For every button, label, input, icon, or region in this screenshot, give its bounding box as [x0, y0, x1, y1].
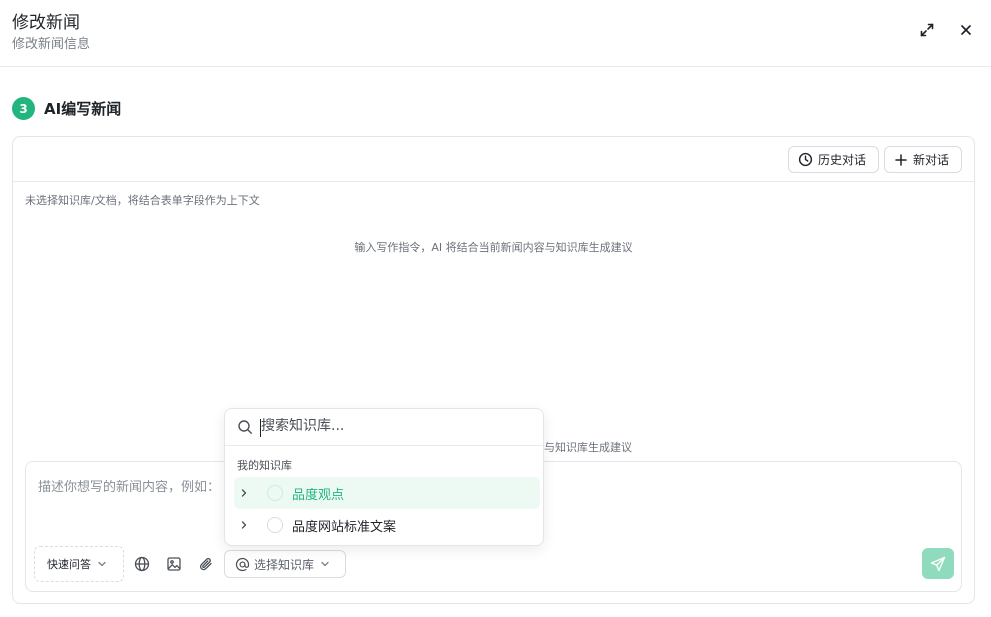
chevron-right-icon[interactable] — [236, 520, 252, 530]
kb-search-bar — [225, 409, 543, 446]
step-title: AI编写新闻 — [44, 100, 122, 118]
history-button-label: 历史对话 — [818, 153, 867, 167]
send-button[interactable] — [922, 548, 954, 579]
history-button[interactable]: 历史对话 — [788, 146, 879, 173]
empty-hint-partial: 与知识库生成建议 — [544, 441, 632, 454]
clock-icon — [798, 152, 813, 167]
kb-item-radio[interactable] — [267, 485, 283, 501]
text-caret — [260, 419, 261, 437]
plus-icon — [895, 153, 907, 166]
kb-dropdown: 我的知识库 品度观点 品度网站标准文案 — [224, 408, 544, 546]
dialog-title: 修改新闻 — [12, 13, 80, 33]
kb-item-pindu-site-copy[interactable]: 品度网站标准文案 — [234, 509, 540, 541]
kb-item-label: 品度网站标准文案 — [292, 519, 397, 535]
step-number-badge: 3 — [12, 97, 35, 120]
expand-icon[interactable] — [916, 19, 938, 41]
globe-icon[interactable] — [133, 555, 151, 573]
quick-qa-label: 快速问答 — [47, 558, 91, 571]
dialog-subtitle: 修改新闻信息 — [12, 37, 91, 52]
dialog-header: 修改新闻 修改新闻信息 — [0, 0, 991, 67]
send-icon — [930, 556, 946, 571]
chevron-right-icon[interactable] — [236, 488, 252, 498]
chevron-down-icon — [321, 561, 329, 567]
search-icon — [238, 420, 252, 434]
kb-item-label: 品度观点 — [292, 487, 345, 503]
kb-item-radio[interactable] — [267, 517, 283, 533]
kb-search-input[interactable] — [261, 418, 531, 434]
panel-toolbar: 历史对话 新对话 — [13, 137, 974, 182]
kb-select-label: 选择知识库 — [254, 557, 315, 572]
at-icon — [235, 557, 250, 571]
kb-item-pindu-views[interactable]: 品度观点 — [234, 477, 540, 509]
quick-qa-dropdown[interactable]: 快速问答 — [34, 546, 124, 582]
close-icon[interactable] — [955, 19, 977, 41]
kb-group-label: 我的知识库 — [237, 459, 292, 472]
empty-hint: 输入写作指令，AI 将结合当前新闻内容与知识库生成建议 — [354, 241, 633, 254]
paperclip-icon[interactable] — [197, 555, 215, 573]
chevron-down-icon — [98, 561, 106, 567]
context-note: 未选择知识库/文档，将结合表单字段作为上下文 — [25, 194, 260, 207]
new-chat-button-label: 新对话 — [913, 153, 950, 167]
new-chat-button[interactable]: 新对话 — [884, 146, 962, 173]
image-icon[interactable] — [165, 555, 183, 573]
step-heading: 3 AI编写新闻 — [12, 97, 121, 120]
kb-select-button[interactable]: 选择知识库 — [224, 550, 346, 578]
